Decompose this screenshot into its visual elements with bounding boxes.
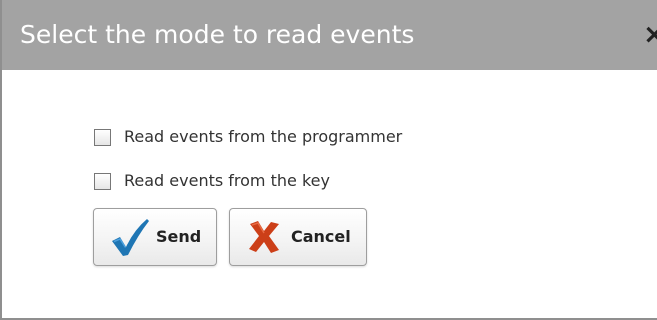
close-icon[interactable]: × bbox=[643, 20, 657, 50]
cancel-button-label: Cancel bbox=[291, 227, 351, 246]
checkmark-icon bbox=[112, 219, 149, 256]
send-button[interactable]: Send bbox=[93, 208, 217, 266]
read-events-dialog: Select the mode to read events × Read ev… bbox=[0, 0, 657, 320]
dialog-title-bar: Select the mode to read events × bbox=[2, 0, 657, 70]
read-from-programmer-label: Read events from the programmer bbox=[124, 127, 403, 146]
read-from-key-label: Read events from the key bbox=[124, 171, 330, 190]
read-from-programmer-option[interactable]: Read events from the programmer bbox=[94, 126, 402, 148]
cancel-button[interactable]: Cancel bbox=[229, 208, 367, 266]
send-button-label: Send bbox=[156, 227, 202, 246]
read-from-programmer-checkbox[interactable] bbox=[94, 128, 111, 146]
dialog-title: Select the mode to read events bbox=[20, 20, 415, 49]
read-from-key-checkbox[interactable] bbox=[94, 172, 111, 190]
read-from-key-option[interactable]: Read events from the key bbox=[94, 170, 330, 192]
x-mark-icon bbox=[249, 221, 279, 253]
